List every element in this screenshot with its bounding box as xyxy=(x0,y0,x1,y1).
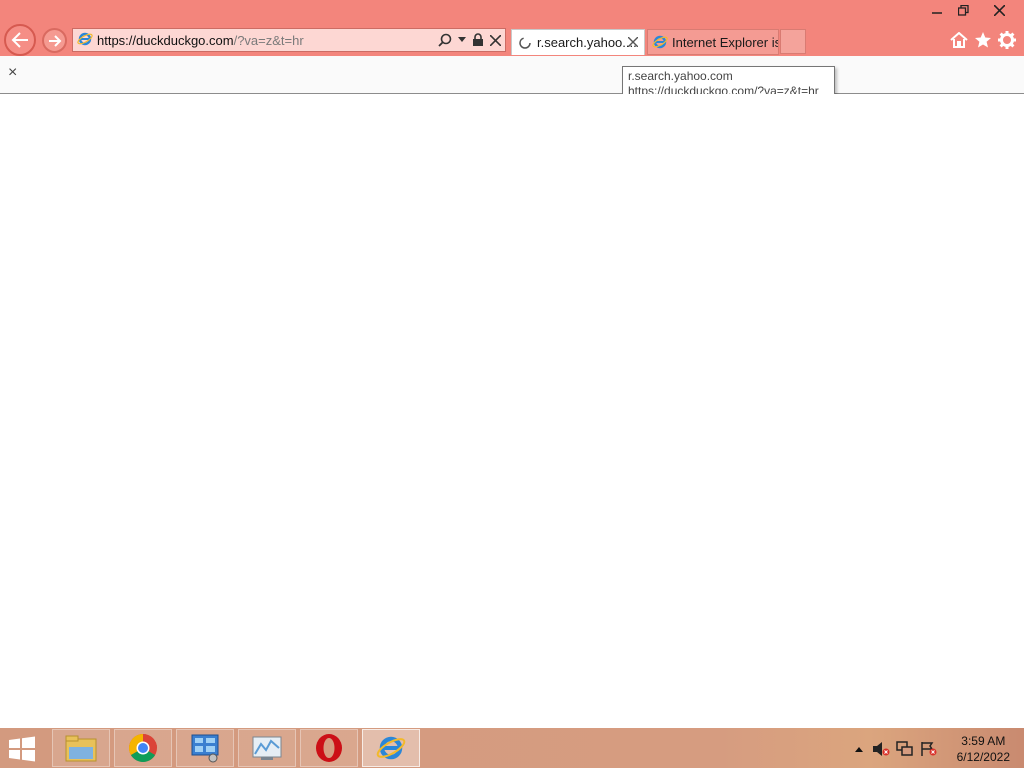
ie-page-icon xyxy=(77,31,93,50)
windows-logo-icon xyxy=(9,736,35,762)
new-tab-button[interactable] xyxy=(780,29,806,54)
forward-button[interactable] xyxy=(42,28,67,53)
chrome-icon xyxy=(129,734,157,762)
volume-muted-button[interactable] xyxy=(872,740,890,758)
task-manager-icon xyxy=(252,736,282,760)
restore-button[interactable] xyxy=(946,0,980,20)
url-host: https://duckduckgo.com xyxy=(97,32,234,48)
minimize-icon xyxy=(932,12,942,14)
network-button[interactable] xyxy=(896,740,914,758)
tab-close-icon[interactable] xyxy=(628,37,638,47)
speaker-muted-icon xyxy=(873,742,890,756)
taskbar: 3:59 AM 6/12/2022 xyxy=(0,728,1024,768)
stop-icon[interactable] xyxy=(490,34,501,46)
clock-date: 6/12/2022 xyxy=(956,750,1010,764)
taskbar-chrome[interactable] xyxy=(114,729,172,767)
tools-button[interactable] xyxy=(997,30,1017,50)
tooltip-title: r.search.yahoo.com xyxy=(628,69,733,83)
tab-internet-explorer[interactable]: Internet Explorer is... xyxy=(647,29,779,55)
dropdown-arrow-icon[interactable] xyxy=(458,37,466,43)
tab-title: r.search.yahoo.... xyxy=(537,35,637,50)
close-window-button[interactable] xyxy=(982,0,1016,20)
loading-spinner-icon xyxy=(519,36,531,49)
internet-explorer-icon xyxy=(376,736,406,760)
action-center-button[interactable] xyxy=(920,740,938,758)
arrow-right-icon xyxy=(48,34,61,47)
tab-title: Internet Explorer is... xyxy=(672,34,778,50)
network-icon xyxy=(896,741,913,756)
taskbar-internet-explorer[interactable] xyxy=(362,729,420,767)
notification-close-button[interactable]: × xyxy=(8,64,17,82)
restore-icon xyxy=(957,4,969,16)
url-path: /?va=z&t=hr xyxy=(233,32,304,48)
tab-yahoo[interactable]: r.search.yahoo.... xyxy=(511,29,645,55)
gear-icon xyxy=(998,31,1016,49)
taskbar-opera[interactable] xyxy=(300,729,358,767)
page-content xyxy=(0,94,1024,728)
show-hidden-icons-button[interactable] xyxy=(850,740,868,758)
opera-icon xyxy=(316,734,342,762)
clock-time: 3:59 AM xyxy=(961,734,1006,748)
notification-bar: × xyxy=(0,56,1024,94)
home-icon xyxy=(950,32,968,48)
arrow-left-icon xyxy=(11,32,28,48)
system-clock[interactable]: 3:59 AM 6/12/2022 xyxy=(957,733,1010,765)
start-button[interactable] xyxy=(8,736,38,762)
browser-titlebar: https://duckduckgo.com/?va=z&t=hr r.sear… xyxy=(0,0,1024,56)
folder-icon xyxy=(65,735,97,762)
address-bar[interactable]: https://duckduckgo.com/?va=z&t=hr xyxy=(72,28,506,52)
flag-icon xyxy=(921,742,937,756)
search-icon[interactable] xyxy=(438,33,452,47)
taskbar-control-panel[interactable] xyxy=(176,729,234,767)
star-icon xyxy=(975,32,991,48)
back-button[interactable] xyxy=(4,24,36,56)
taskbar-task-manager[interactable] xyxy=(238,729,296,767)
home-button[interactable] xyxy=(949,30,969,50)
chevron-up-icon xyxy=(855,747,863,752)
lock-icon[interactable] xyxy=(472,33,484,47)
ie-tab-icon xyxy=(652,35,668,49)
control-panel-icon xyxy=(191,734,219,763)
taskbar-file-explorer[interactable] xyxy=(52,729,110,767)
close-icon xyxy=(993,4,1005,16)
favorites-button[interactable] xyxy=(973,30,993,50)
